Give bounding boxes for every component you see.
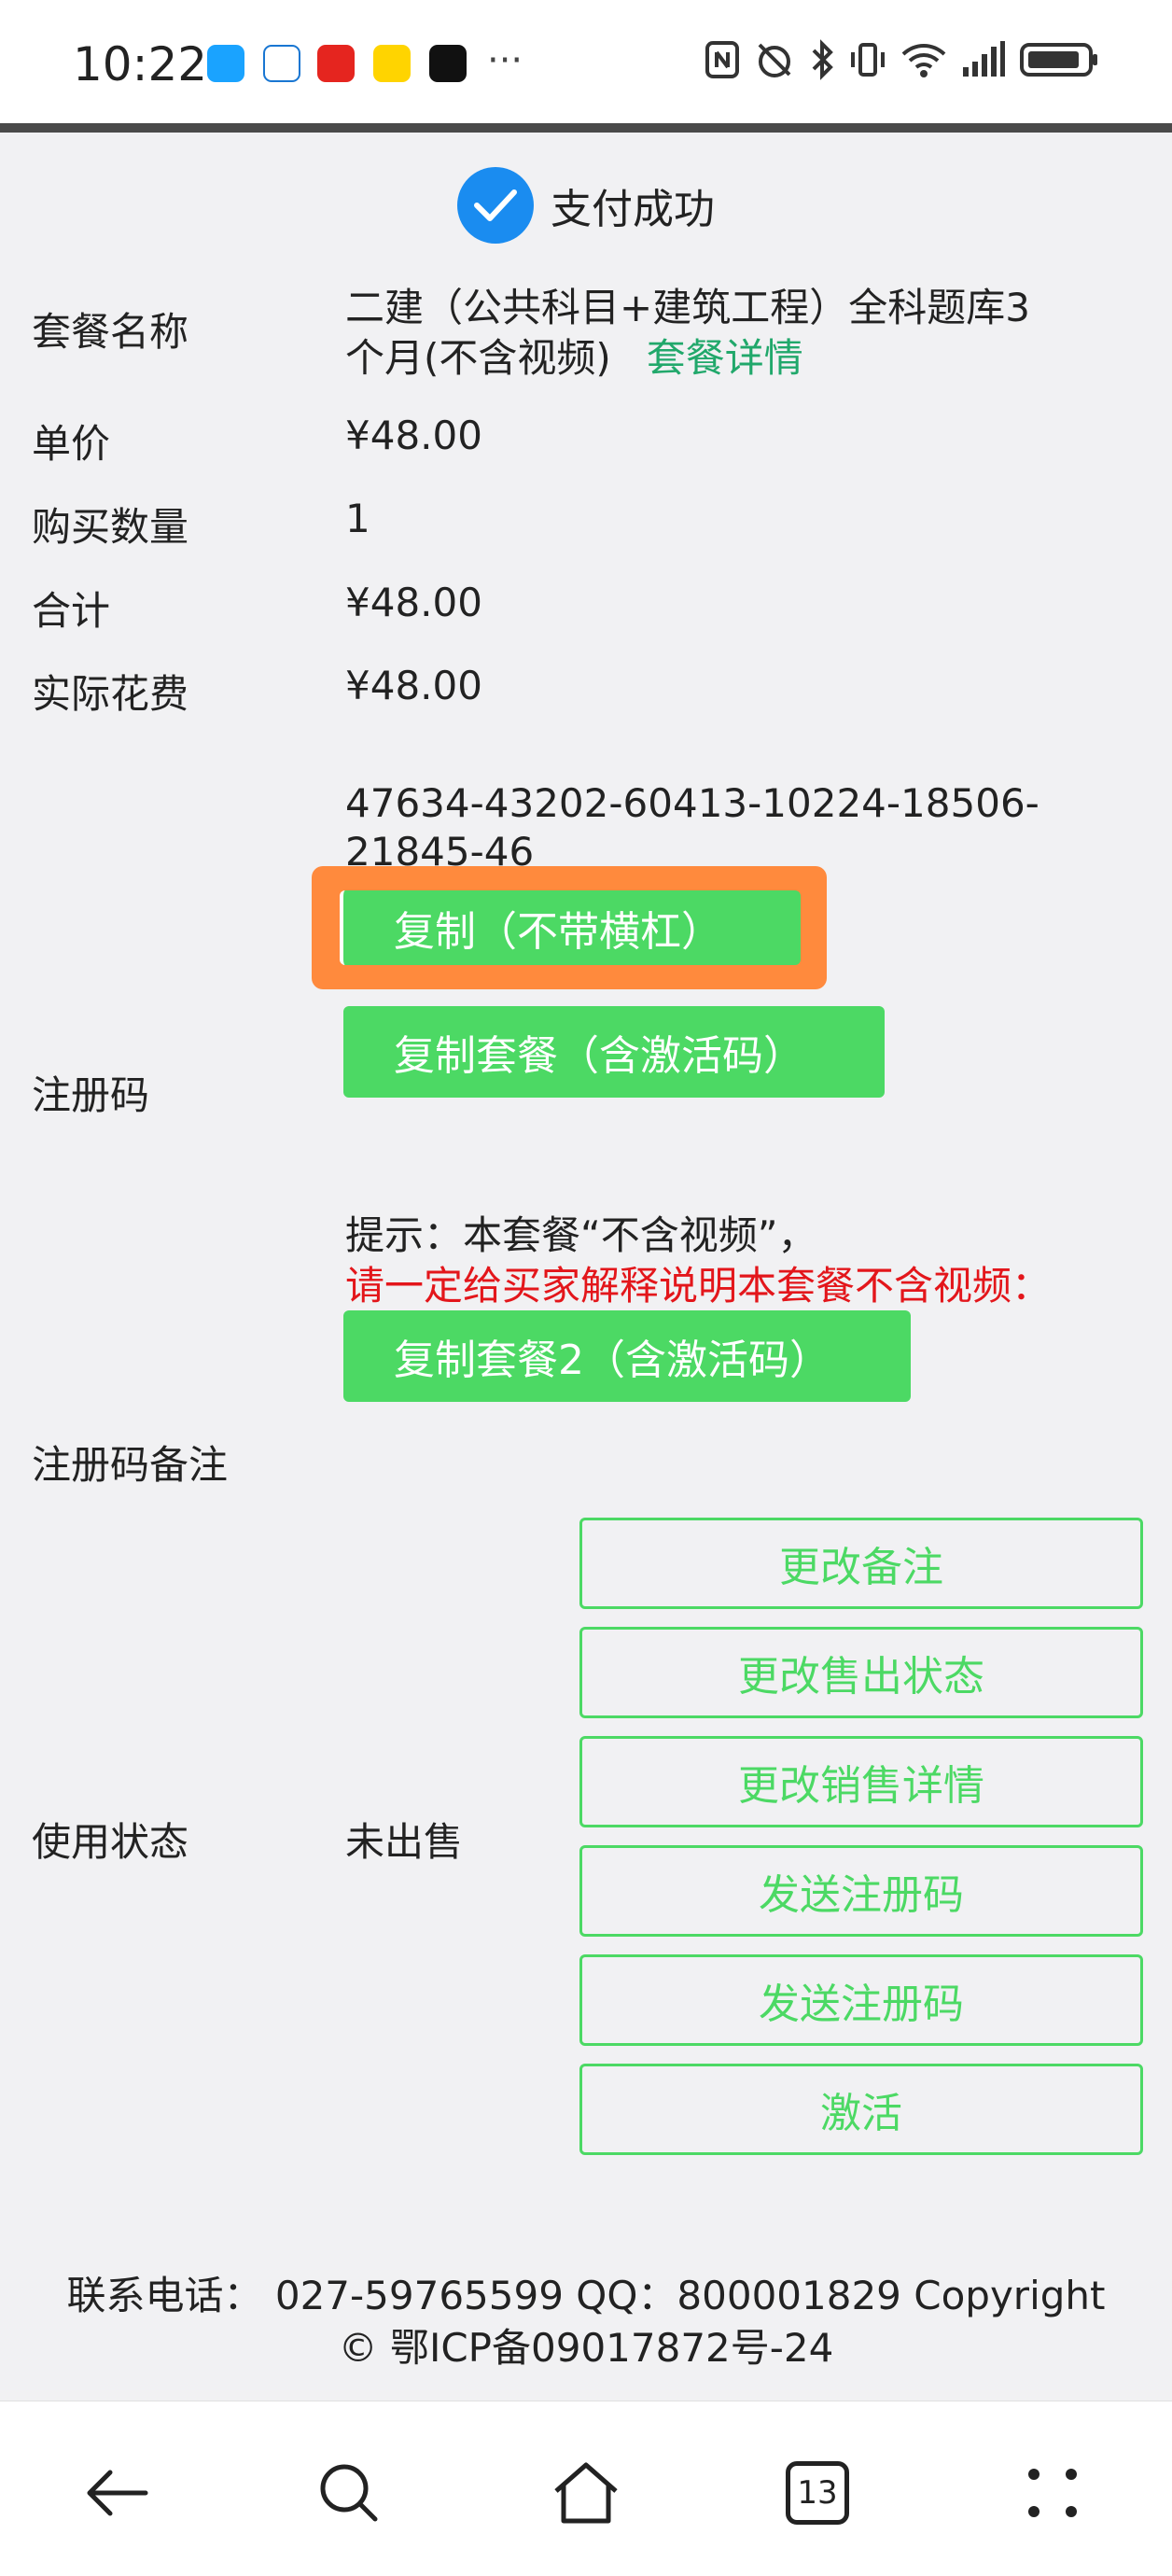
status-icons xyxy=(704,39,1099,80)
alarm-off-icon xyxy=(758,43,791,77)
hint-line1: 提示：本套餐“不含视频”， xyxy=(345,1212,817,1258)
more-notifications-icon: ··· xyxy=(487,39,523,82)
shopping-app-icon xyxy=(317,45,355,82)
copy-no-dash-button[interactable]: 复制（不带横杠） xyxy=(340,890,801,965)
footer-contact: 联系电话： 027-59765599 QQ：800001829 Copyrigh… xyxy=(66,2273,1106,2318)
tab-count: 13 xyxy=(786,2461,849,2525)
tabs-icon[interactable]: 13 xyxy=(780,2456,855,2530)
package-name-line1: 二建（公共科目+建筑工程）全科题库3 xyxy=(345,285,1030,330)
change-sales-details-button[interactable]: 更改销售详情 xyxy=(579,1736,1143,1827)
check-circle-icon xyxy=(457,167,534,244)
activate-button[interactable]: 激活 xyxy=(579,2064,1143,2155)
send-reg-code-button[interactable]: 发送注册码 xyxy=(579,1845,1143,1937)
wifi-icon xyxy=(901,44,946,77)
package-details-link[interactable]: 套餐详情 xyxy=(647,335,803,381)
usage-status-label: 使用状态 xyxy=(32,1819,189,1865)
nfc-icon xyxy=(705,41,739,78)
package-name-line2-text: 个月(不含视频) xyxy=(345,335,611,381)
signal-icon xyxy=(963,41,1005,77)
success-text: 支付成功 xyxy=(551,186,715,233)
usage-status-value: 未出售 xyxy=(345,1819,464,1865)
copy-package2-button[interactable]: 复制套餐2（含激活码） xyxy=(343,1310,911,1402)
unit-price-value: ¥48.00 xyxy=(345,413,482,458)
change-sold-status-button[interactable]: 更改售出状态 xyxy=(579,1627,1143,1718)
bluetooth-icon xyxy=(812,39,833,80)
quantity-value: 1 xyxy=(345,496,370,541)
back-arrow-icon[interactable] xyxy=(80,2456,155,2530)
change-note-button[interactable]: 更改备注 xyxy=(579,1518,1143,1609)
unit-price-label: 单价 xyxy=(32,421,111,467)
vibrate-icon xyxy=(851,43,885,77)
search-icon[interactable] xyxy=(312,2456,386,2530)
reg-code-line1: 47634-43202-60413-10224-18506- xyxy=(345,780,1039,826)
reg-note-label: 注册码备注 xyxy=(32,1442,229,1488)
copy-package-button[interactable]: 复制套餐（含激活码） xyxy=(343,1006,885,1098)
battery-icon xyxy=(1020,43,1097,77)
footer-copyright: © 鄂ICP备09017872号-24 xyxy=(338,2325,834,2371)
reg-code-label: 注册码 xyxy=(32,1072,150,1118)
status-bar: 10:22 ··· xyxy=(0,0,1172,123)
package-name-label: 套餐名称 xyxy=(32,309,189,355)
menu-dots-icon[interactable] xyxy=(1015,2456,1090,2530)
quantity-label: 购买数量 xyxy=(32,504,189,550)
total-value: ¥48.00 xyxy=(345,580,482,625)
messages-app-icon xyxy=(207,45,244,82)
status-time: 10:22 xyxy=(73,37,208,91)
reg-code-line2: 21845-46 xyxy=(345,829,535,866)
delivery-app-icon xyxy=(373,45,411,82)
capcut-app-icon xyxy=(429,45,467,82)
browser-nav-bar: 13 xyxy=(0,2401,1172,2576)
home-icon[interactable] xyxy=(549,2456,623,2530)
page-top-divider xyxy=(0,123,1172,133)
actual-cost-label: 实际花费 xyxy=(32,671,189,717)
package-name-line2: 个月(不含视频) 套餐详情 xyxy=(345,327,803,384)
send-reg-code-button-2[interactable]: 发送注册码 xyxy=(579,1954,1143,2046)
mail-app-icon xyxy=(263,45,300,82)
total-label: 合计 xyxy=(32,588,111,634)
payment-success-banner: 支付成功 xyxy=(0,163,1172,247)
actual-cost-value: ¥48.00 xyxy=(345,663,482,708)
hint-line2: 请一定给买家解释说明本套餐不含视频： xyxy=(345,1263,1052,1309)
